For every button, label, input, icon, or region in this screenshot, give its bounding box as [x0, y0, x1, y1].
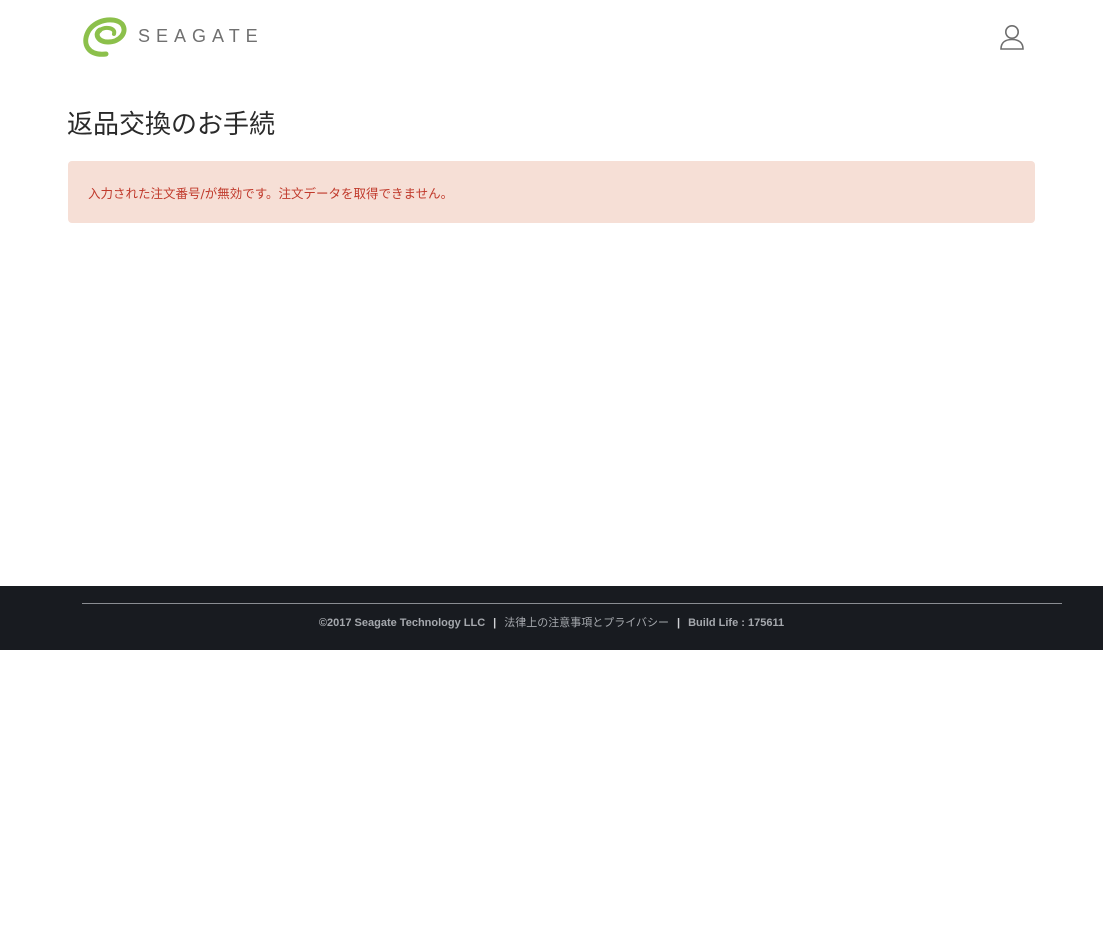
seagate-logo-icon	[83, 17, 127, 57]
seagate-logo-link[interactable]: SEAGATE	[80, 14, 264, 58]
footer-separator: |	[493, 617, 497, 629]
footer-info: ©2017 Seagate Technology LLC | 法律上の注意事項とプラ…	[0, 614, 1103, 630]
page-title: 返品交換のお手続	[67, 110, 276, 140]
footer-separator: |	[677, 617, 681, 629]
footer-divider	[82, 603, 1062, 604]
footer-build-info: Build Life : 175611	[688, 617, 785, 629]
brand-wordmark: SEAGATE	[138, 25, 264, 46]
footer-legal-link[interactable]: 法律上の注意事項とプライバシー	[504, 617, 669, 629]
footer-copyright: ©2017 Seagate Technology LLC	[318, 617, 486, 629]
user-icon[interactable]	[997, 22, 1027, 52]
site-footer: ©2017 Seagate Technology LLC | 法律上の注意事項とプラ…	[0, 586, 1103, 650]
site-header: SEAGATE	[0, 0, 1103, 80]
error-message: 入力された注文番号/が無効です。注文データを取得できません。	[88, 185, 454, 201]
error-alert: 入力された注文番号/が無効です。注文データを取得できません。	[68, 161, 1035, 223]
